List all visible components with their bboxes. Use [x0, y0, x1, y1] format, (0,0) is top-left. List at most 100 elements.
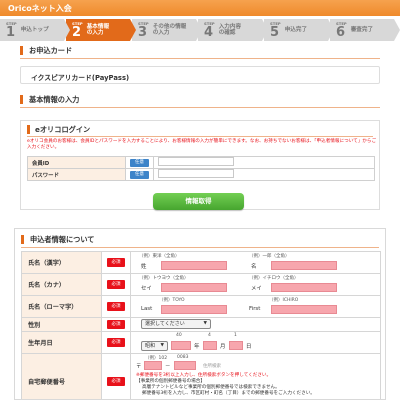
month-input[interactable] — [203, 341, 217, 350]
gender-select-value: 選択してください — [145, 321, 185, 327]
step-label: 基本情報 の入力 — [86, 23, 110, 37]
day-input[interactable] — [229, 341, 243, 350]
mei-label: 名 — [251, 264, 257, 270]
birthday-fields: 昭和 ▼ 40 年 4 月 1 日 — [130, 331, 381, 354]
optional-cell: 任意 — [125, 156, 154, 169]
login-table: 会員ID 任意 パスワード 任意 — [27, 156, 375, 181]
step-number-block: STEP 4 — [204, 21, 215, 39]
required-badge: 必須 — [107, 302, 125, 311]
first-label: First — [249, 306, 261, 312]
table-row: 氏名（ローマ字） 必須 （例）TOYO Last （例）ICHIRO First — [21, 295, 381, 318]
era-select[interactable]: 昭和 ▼ — [141, 341, 168, 351]
sei-kana-label: セイ — [141, 286, 152, 292]
sei-kanji-input[interactable] — [161, 261, 227, 270]
first-name-input[interactable] — [271, 305, 337, 314]
applicant-section: 申込者情報について 氏名（漢字） 必須 （例）東洋（全角） 姓 （例）一郎（全角… — [14, 228, 386, 400]
password-cell — [153, 168, 375, 181]
step-number-block: STEP 2 — [72, 21, 83, 39]
step-label: 申込完了 — [284, 26, 308, 33]
step-4: STEP 4 入力内容 の確認 — [198, 19, 268, 41]
step-2: STEP 2 基本情報 の入力 — [66, 19, 136, 41]
postal-input-1[interactable] — [144, 361, 162, 370]
sei-kana-input[interactable] — [161, 283, 227, 292]
card-name: イクスピアリカード(PayPass) — [31, 74, 130, 82]
divider — [21, 247, 379, 248]
member-id-label: 会員ID — [27, 156, 126, 169]
optional-cell: 任意 — [125, 168, 154, 181]
optional-badge: 任意 — [130, 170, 149, 179]
page-header: Oricoネット入会 — [0, 0, 400, 16]
postal-input-2[interactable] — [174, 361, 196, 370]
step-number-block: STEP 6 — [336, 21, 347, 39]
sei-kana-hint: （例）トウヨウ（全角） — [139, 276, 189, 281]
day-hint: 1 — [234, 333, 237, 338]
gender-field: 選択してください ▼ — [130, 317, 381, 332]
birthday-label: 生年月日 — [21, 331, 102, 354]
table-row: 氏名（カナ） 必須 （例）トウヨウ（全角） セイ （例）イチロウ（全角） メイ — [21, 273, 381, 296]
card-box: イクスピアリカード(PayPass) — [20, 66, 380, 84]
step-number: 5 — [270, 24, 280, 40]
step-number-block: STEP 1 — [6, 21, 17, 39]
gender-select[interactable]: 選択してください ▼ — [141, 319, 211, 329]
table-row: 生年月日 必須 昭和 ▼ 40 年 4 月 1 日 — [21, 331, 381, 354]
mei-kana-hint: （例）イチロウ（全角） — [249, 276, 299, 281]
required-badge: 必須 — [107, 338, 125, 347]
mei-kanji-input[interactable] — [271, 261, 337, 270]
divider — [20, 58, 380, 59]
step-5: STEP 5 申込完了 — [264, 19, 334, 41]
step-3: STEP 3 その他の情報 の入力 — [132, 19, 202, 41]
day-label: 日 — [246, 344, 252, 350]
sei-label: 姓 — [141, 264, 147, 270]
mei-kana-input[interactable] — [271, 283, 337, 292]
member-id-cell — [153, 156, 375, 169]
name-roma-label: 氏名（ローマ字） — [21, 295, 102, 318]
login-title: eオリコログイン — [27, 125, 90, 134]
required-cell: 必須 — [101, 317, 131, 332]
year-input[interactable] — [171, 341, 191, 350]
password-label: パスワード — [27, 168, 126, 181]
postal-fields: （例）102 0083 〒 － 住所検索 ※郵便番号を3桁以上入力し、住所検索ボ… — [130, 353, 381, 399]
step-label: 申込トップ — [20, 26, 49, 33]
table-row: 会員ID 任意 — [27, 156, 375, 169]
required-badge: 必須 — [107, 280, 125, 289]
name-kana-fields: （例）トウヨウ（全角） セイ （例）イチロウ（全角） メイ — [130, 273, 381, 296]
name-kanji-label: 氏名（漢字） — [21, 251, 102, 274]
year-hint: 40 — [176, 333, 182, 338]
name-kana-label: 氏名（カナ） — [21, 273, 102, 296]
table-row: 自宅郵便番号 必須 （例）102 0083 〒 － 住所検索 ※郵便番号を3桁以… — [21, 353, 381, 399]
applicant-table: 氏名（漢字） 必須 （例）東洋（全角） 姓 （例）一郎（全角） 名 氏名（カナ）… — [21, 251, 381, 399]
last-name-input[interactable] — [161, 305, 227, 314]
required-cell: 必須 — [101, 295, 131, 318]
step-label: その他の情報 の入力 — [152, 23, 187, 37]
postal-label: 自宅郵便番号 — [21, 353, 102, 399]
login-note: eオリコ会員のお客様は、会員IDとパスワードを入力することにより、お客様情報の入… — [27, 139, 377, 150]
last-hint: （例）TOYO — [159, 298, 185, 303]
step-6: STEP 6 審査完了 — [330, 19, 400, 41]
name-kanji-fields: （例）東洋（全角） 姓 （例）一郎（全角） 名 — [130, 251, 381, 274]
required-badge: 必須 — [107, 258, 125, 267]
card-section-heading: お申込カード — [20, 46, 72, 55]
era-value: 昭和 — [145, 343, 156, 349]
required-cell: 必須 — [101, 273, 131, 296]
step-label: 入力内容 の確認 — [218, 23, 242, 37]
name-roma-fields: （例）TOYO Last （例）ICHIRO First — [130, 295, 381, 318]
required-cell: 必須 — [101, 331, 131, 354]
get-info-button[interactable]: 情報取得 — [153, 193, 244, 210]
postal-dash: － — [165, 364, 171, 370]
postal-note-3: 郵便番号3桁を入力し、市区町村・町名（丁目）までの郵便番号をご入力ください。 — [142, 391, 315, 396]
month-hint: 4 — [208, 333, 211, 338]
postal-prefix: 〒 — [136, 364, 142, 370]
first-hint: （例）ICHIRO — [269, 298, 299, 303]
step-label: 審査完了 — [350, 26, 374, 33]
month-label: 月 — [220, 344, 226, 350]
step-number-block: STEP 3 — [138, 21, 149, 40]
chevron-down-icon: ▼ — [160, 343, 164, 348]
step-number: 3 — [138, 24, 148, 40]
member-id-input[interactable] — [158, 157, 234, 166]
required-cell: 必須 — [101, 353, 131, 399]
address-search-button[interactable]: 住所検索 — [203, 363, 221, 369]
gender-label: 性別 — [21, 317, 102, 332]
password-input[interactable] — [158, 169, 234, 178]
last-label: Last — [141, 306, 153, 312]
table-row: パスワード 任意 — [27, 168, 375, 181]
